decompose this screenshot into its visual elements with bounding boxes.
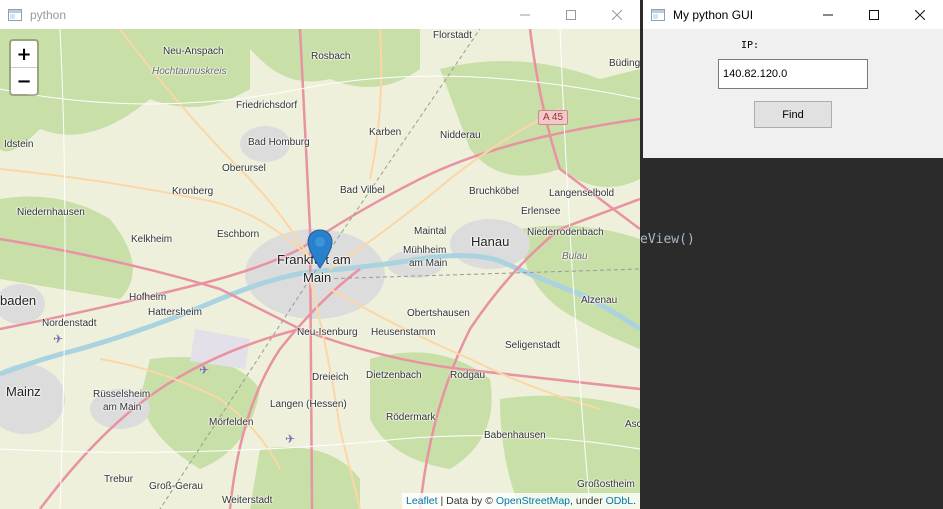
- close-icon: [915, 9, 925, 20]
- map-label: Eschborn: [217, 229, 260, 240]
- map-label: Erlensee: [521, 206, 561, 217]
- map-label: Dreieich: [312, 372, 349, 383]
- map-label: Friedrichsdorf: [236, 100, 298, 111]
- map-label: Langenselbold: [549, 188, 615, 199]
- map-label: Neu-Anspach: [163, 46, 224, 57]
- attribution-text: , under: [570, 495, 606, 507]
- map-label: Niedernhausen: [17, 207, 85, 218]
- map-label: Kelkheim: [131, 234, 173, 245]
- window-title: python: [30, 7, 67, 22]
- openstreetmap-link[interactable]: OpenStreetMap: [496, 495, 570, 507]
- map-label: Neu-Isenburg: [297, 327, 358, 338]
- map-label: Rosbach: [311, 51, 351, 62]
- map-label: Mörfelden: [209, 417, 254, 428]
- map-label: Maintal: [414, 226, 447, 237]
- app-icon: [8, 8, 22, 21]
- maximize-button[interactable]: [548, 0, 594, 29]
- map-label: Bad Homburg: [248, 137, 310, 148]
- map-label: Heusenstamm: [371, 327, 436, 338]
- map-label: Büding: [609, 58, 640, 69]
- minimize-button[interactable]: [805, 0, 851, 29]
- map-label: Langen (Hessen): [270, 399, 347, 410]
- road-shield-a45: A 45: [538, 110, 569, 125]
- map-label: Bulau: [562, 251, 588, 262]
- map-label: Kronberg: [172, 186, 214, 197]
- map-label: Nordenstadt: [42, 318, 97, 329]
- map-label: baden: [0, 293, 37, 308]
- svg-text:✈: ✈: [199, 363, 209, 377]
- map-label: Oberursel: [222, 163, 266, 174]
- window-title: My python GUI: [673, 7, 754, 22]
- map-label: Aschaffenburg: [625, 419, 640, 430]
- map-label: Rödermark: [386, 412, 436, 423]
- close-button[interactable]: [594, 0, 640, 29]
- map-label: Dietzenbach: [366, 370, 422, 381]
- map-marker-icon[interactable]: [307, 229, 333, 269]
- map-view[interactable]: ✈ ✈ ✈ Florstadt Neu-Anspach Hochtaunuskr…: [0, 29, 640, 509]
- map-label: Niederrodenbach: [527, 227, 604, 238]
- map-label: Nidderau: [440, 130, 481, 141]
- ip-label: IP:: [741, 40, 760, 51]
- map-label: Alzenau: [581, 295, 618, 306]
- map-label: Idstein: [4, 139, 34, 150]
- maximize-icon: [566, 9, 576, 20]
- maximize-icon: [869, 9, 879, 20]
- map-label: Seligenstadt: [505, 340, 561, 351]
- map-label: Rüsselsheim: [93, 389, 151, 400]
- maximize-button[interactable]: [851, 0, 897, 29]
- map-label: Groß-Gerau: [149, 481, 203, 492]
- gui-window: My python GUI IP: Find: [643, 0, 943, 158]
- map-window-titlebar[interactable]: python: [0, 0, 640, 29]
- minimize-button[interactable]: [502, 0, 548, 29]
- map-label: Hanau: [471, 234, 510, 249]
- zoom-in-button[interactable]: +: [11, 41, 37, 68]
- map-label: am Main: [409, 258, 448, 269]
- map-window: python ✈ ✈ ✈ Florstadt Neu-Anspach Hocht…: [0, 0, 640, 509]
- map-label: Hofheim: [129, 292, 167, 303]
- map-label: Mainz: [6, 384, 41, 399]
- svg-text:✈: ✈: [53, 332, 63, 346]
- map-label: Rodgau: [450, 370, 486, 381]
- odbl-link[interactable]: ODbL: [606, 495, 633, 507]
- find-button[interactable]: Find: [754, 101, 832, 128]
- editor-code-fragment: eView(): [640, 232, 695, 247]
- ip-input[interactable]: [718, 59, 868, 89]
- map-label: am Main: [103, 402, 142, 413]
- svg-text:✈: ✈: [285, 432, 295, 446]
- close-button[interactable]: [897, 0, 943, 29]
- attribution-text: .: [633, 495, 636, 507]
- map-label: Großostheim: [577, 479, 635, 490]
- map-label: Babenhausen: [484, 430, 546, 441]
- map-label-frankfurt-main: Main: [303, 270, 332, 285]
- leaflet-link[interactable]: Leaflet: [406, 495, 438, 507]
- minimize-icon: [823, 14, 833, 15]
- gui-window-titlebar[interactable]: My python GUI: [643, 0, 943, 29]
- zoom-out-button[interactable]: −: [11, 68, 37, 94]
- map-label: Mühlheim: [403, 245, 447, 256]
- map-label: Florstadt: [433, 30, 472, 41]
- zoom-control: + −: [9, 39, 39, 96]
- map-label: Bruchköbel: [469, 186, 520, 197]
- map-label: Hochtaunuskreis: [152, 66, 227, 77]
- map-label: Bad Vilbel: [340, 185, 385, 196]
- map-label: Hattersheim: [148, 307, 202, 318]
- map-label: Weiterstadt: [222, 495, 273, 506]
- map-label: Karben: [369, 127, 402, 138]
- map-label: Obertshausen: [407, 308, 470, 319]
- map-attribution: Leaflet | Data by © OpenStreetMap, under…: [402, 493, 640, 509]
- map-label: Trebur: [104, 474, 134, 485]
- app-icon: [651, 8, 665, 21]
- attribution-text: | Data by ©: [437, 495, 496, 507]
- minimize-icon: [520, 14, 530, 15]
- close-icon: [612, 9, 622, 20]
